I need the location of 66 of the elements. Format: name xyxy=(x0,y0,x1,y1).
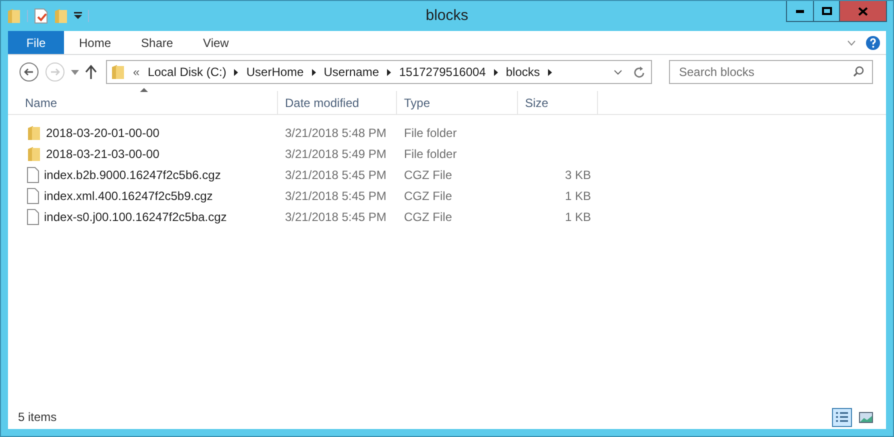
file-name[interactable]: index-s0.j00.100.16247f2c5ba.cgz xyxy=(44,208,227,226)
minimize-icon xyxy=(796,10,804,12)
breadcrumb-item[interactable]: 1517279516004 xyxy=(399,63,486,81)
column-header[interactable]: Type xyxy=(397,91,518,114)
file-icon xyxy=(27,208,39,224)
caret-right-icon[interactable] xyxy=(312,68,316,76)
address-bar[interactable]: « Local Disk (C:) UserHome Username 1517279516004 blocks xyxy=(106,60,652,84)
up-arrow-icon[interactable] xyxy=(85,65,97,79)
ribbon-tab[interactable]: View xyxy=(188,31,244,54)
refresh-icon[interactable] xyxy=(634,66,645,78)
close-icon xyxy=(858,6,868,16)
folder-icon xyxy=(27,124,41,140)
folder-icon xyxy=(111,64,125,80)
type-cell-text: CGZ File xyxy=(403,188,453,204)
column-header[interactable]: Name xyxy=(18,91,278,114)
help-icon[interactable] xyxy=(866,36,880,50)
file-name[interactable]: index.xml.400.16247f2c5b9.cgz xyxy=(44,186,213,204)
item-count: 5 items xyxy=(18,409,57,426)
file-menu-button[interactable]: File xyxy=(8,31,64,54)
file-name[interactable]: 2018-03-21-03-00-00 xyxy=(46,144,160,162)
chevron-down-icon[interactable] xyxy=(847,40,856,46)
breadcrumb-item[interactable]: Local Disk (C:) xyxy=(148,63,226,81)
details-view-button[interactable] xyxy=(832,408,852,426)
column-header[interactable]: Size xyxy=(518,91,598,114)
breadcrumb-item[interactable]: UserHome xyxy=(246,63,304,81)
date-cell-text: 3/21/2018 5:45 PM xyxy=(284,208,388,226)
column-header[interactable]: Date modified xyxy=(278,91,397,114)
window-title: blocks xyxy=(426,6,468,24)
back-icon[interactable] xyxy=(19,62,39,82)
ribbon-tab[interactable]: Share xyxy=(126,31,188,54)
file-icon xyxy=(27,166,39,182)
size-cell-text: 3 KB xyxy=(564,166,591,184)
folder-icon xyxy=(7,8,21,24)
caret-right-icon[interactable] xyxy=(494,68,498,76)
date-cell-text: 3/21/2018 5:48 PM xyxy=(284,124,388,142)
ribbon-tab[interactable]: Home xyxy=(64,31,126,54)
breadcrumb-item[interactable]: blocks xyxy=(506,63,540,81)
maximize-icon xyxy=(822,7,832,15)
type-cell-text: CGZ File xyxy=(403,208,453,226)
search-field[interactable]: Search blocks xyxy=(669,60,873,84)
caret-right-icon[interactable] xyxy=(548,68,552,76)
size-cell-text: 1 KB xyxy=(564,208,591,226)
image-icon xyxy=(859,412,873,422)
dropdown-icon[interactable] xyxy=(74,12,82,20)
breadcrumb-item[interactable]: Username xyxy=(324,63,380,81)
search-icon[interactable] xyxy=(853,66,864,77)
folder-icon xyxy=(27,146,41,162)
sort-up-icon xyxy=(140,88,148,92)
type-cell-text: CGZ File xyxy=(403,166,453,184)
new-folder-icon xyxy=(54,8,68,24)
overflow-chevrons[interactable]: « xyxy=(133,63,140,81)
type-cell-text: File folder xyxy=(403,146,458,162)
properties-icon[interactable] xyxy=(34,8,48,24)
file-name[interactable]: index.b2b.9000.16247f2c5b6.cgz xyxy=(44,166,221,184)
file-name[interactable]: 2018-03-20-01-00-00 xyxy=(46,124,160,142)
caret-right-icon[interactable] xyxy=(234,68,238,76)
date-cell-text: 3/21/2018 5:49 PM xyxy=(284,146,388,162)
details-list-icon xyxy=(836,412,848,422)
date-cell-text: 3/21/2018 5:45 PM xyxy=(284,188,388,204)
file-icon xyxy=(27,188,39,204)
chevron-down-icon[interactable] xyxy=(614,70,622,74)
size-cell-text: 1 KB xyxy=(564,188,591,204)
close-button[interactable] xyxy=(840,1,886,21)
date-cell-text: 3/21/2018 5:45 PM xyxy=(284,166,388,184)
caret-right-icon[interactable] xyxy=(387,68,392,76)
type-cell-text: File folder xyxy=(403,124,458,142)
